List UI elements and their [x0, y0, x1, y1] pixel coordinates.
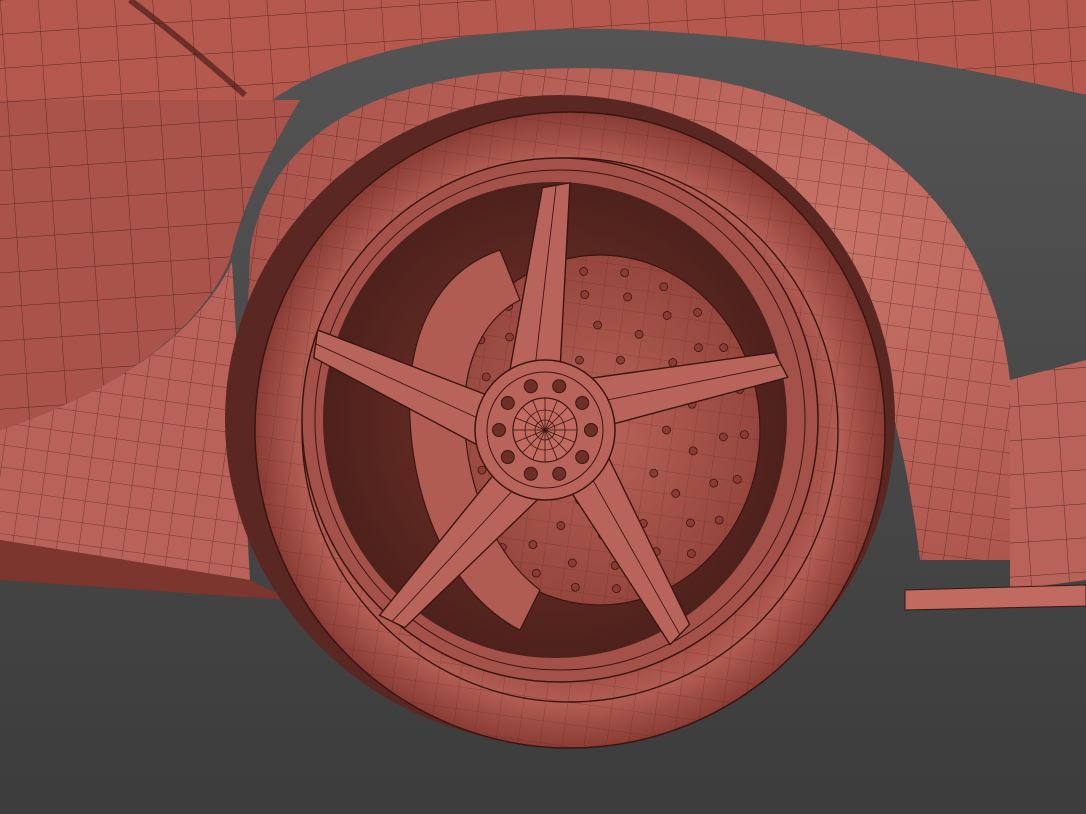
drill-hole [612, 584, 621, 593]
drill-hole [662, 311, 672, 320]
drill-hole [659, 282, 669, 292]
drill-hole [570, 582, 580, 592]
drill-hole [686, 518, 695, 528]
drill-hole [620, 268, 630, 278]
drill-hole [616, 355, 625, 365]
drill-hole [593, 320, 603, 330]
drill-hole [649, 468, 659, 478]
drill-hole [567, 558, 577, 568]
lug-nut [492, 423, 506, 437]
drill-hole [481, 372, 491, 382]
lug-nut [552, 379, 567, 394]
drill-hole [528, 540, 538, 549]
render-canvas [0, 0, 1086, 814]
drill-hole [718, 432, 728, 442]
lug-nut [575, 395, 590, 410]
drill-hole [623, 292, 633, 302]
drill-hole [739, 430, 749, 439]
drill-hole [531, 568, 541, 578]
wheel-hub [474, 359, 616, 501]
drill-hole [714, 515, 724, 525]
drill-hole [694, 343, 703, 353]
lug-nut [523, 379, 538, 394]
drill-hole [693, 308, 703, 317]
drill-hole [556, 521, 566, 531]
lug-nut [523, 466, 538, 481]
drill-hole [688, 446, 698, 456]
lug-nut [575, 450, 590, 465]
viewport [0, 0, 1086, 814]
drill-hole [709, 478, 719, 488]
drill-hole [719, 343, 729, 353]
drill-hole [634, 329, 644, 339]
lug-nut [584, 423, 598, 437]
drill-hole [671, 489, 681, 498]
lug-nut [552, 466, 567, 481]
drill-hole [668, 358, 678, 367]
drill-hole [505, 332, 514, 342]
drill-hole [732, 474, 742, 484]
lug-nut [500, 450, 515, 465]
drill-hole [477, 465, 487, 475]
lug-nut [500, 395, 515, 410]
drill-hole [686, 549, 696, 558]
drill-hole [662, 425, 671, 435]
drill-hole [575, 355, 584, 365]
drill-hole [579, 267, 588, 276]
drill-hole [580, 290, 590, 299]
